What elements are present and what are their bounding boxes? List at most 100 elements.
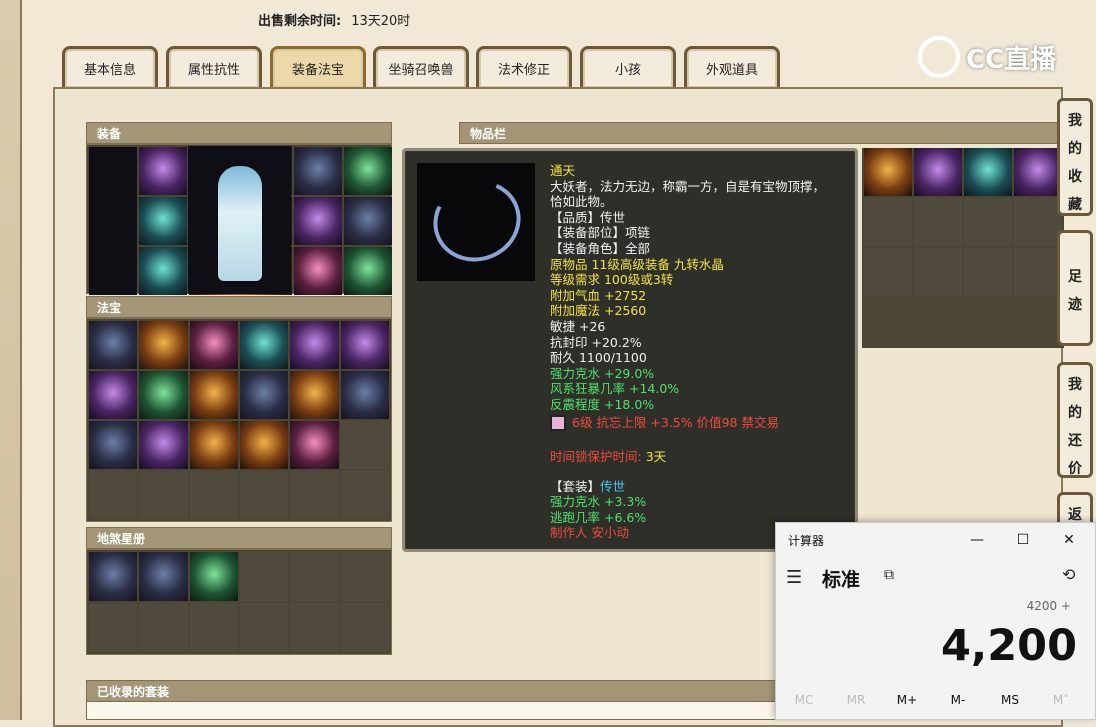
empty-slot[interactable] (914, 198, 962, 246)
fabao-item[interactable] (139, 421, 188, 469)
set-label: 【套装】 (550, 478, 601, 494)
tab-appearance[interactable]: 外观道具 (684, 46, 780, 88)
menu-icon[interactable]: ☰ (786, 567, 802, 588)
item-desc-2: 恰如此物。 (550, 194, 613, 210)
empty-slot[interactable] (964, 198, 1012, 246)
tab-child[interactable]: 小孩 (580, 46, 676, 88)
empty-slot[interactable] (239, 552, 289, 601)
footprints-label: 足迹 (1068, 269, 1082, 313)
fabao-item[interactable] (290, 421, 339, 469)
minimize-icon[interactable]: — (966, 529, 988, 551)
equipment-header: 装备 (86, 122, 392, 144)
empty-slot[interactable] (864, 248, 912, 296)
my-offers-button[interactable]: 我的还价 (1057, 362, 1093, 478)
empty-slot[interactable] (89, 603, 138, 652)
star-card-item[interactable] (89, 552, 138, 601)
keep-on-top-icon[interactable]: ⧉ (884, 567, 894, 583)
fabao-item[interactable] (290, 371, 339, 419)
fabao-item[interactable] (89, 421, 138, 469)
fabao-item[interactable] (340, 371, 389, 419)
fabao-item[interactable] (189, 421, 238, 469)
memory-list-button[interactable]: M˅ (1041, 693, 1081, 707)
tab-attributes[interactable]: 属性抗性 (166, 46, 262, 88)
my-favorites-button[interactable]: 我的收藏 (1057, 98, 1093, 216)
equip-slot-earring[interactable] (294, 247, 342, 295)
equip-slot-ring[interactable] (344, 197, 392, 245)
my-favorites-label: 我的收藏 (1068, 113, 1082, 213)
close-icon[interactable]: ✕ (1058, 529, 1080, 551)
footprints-button[interactable]: 足迹 (1057, 230, 1093, 346)
mr-button[interactable]: MR (836, 693, 876, 707)
inventory-item[interactable] (914, 148, 962, 196)
empty-slot[interactable] (89, 471, 138, 519)
ms-button[interactable]: MS (990, 693, 1030, 707)
empty-slot[interactable] (139, 603, 188, 652)
item-agility: 敏捷 +26 (550, 318, 606, 334)
empty-slot[interactable] (914, 248, 962, 296)
inventory-item[interactable] (864, 148, 912, 196)
collected-sets-header: 已收录的套装 (86, 680, 776, 702)
inventory-item[interactable] (964, 148, 1012, 196)
item-details: 通天 大妖者，法力无边，称霸一方，自是有宝物顶撑， 恰如此物。 【品质】传世 【… (550, 163, 850, 541)
fabao-item[interactable] (239, 321, 289, 369)
item-durability: 耐久 1100/1100 (550, 350, 647, 366)
fabao-item[interactable] (139, 371, 188, 419)
empty-slot[interactable] (290, 603, 339, 652)
item-gem-line: 6级 抗忘上限 +3.5% 价值98 禁交易 (550, 415, 850, 431)
empty-slot[interactable] (189, 603, 238, 652)
m-minus-button[interactable]: M- (938, 693, 978, 707)
equip-slot-helmet[interactable] (139, 147, 187, 195)
cc-logo-icon (918, 36, 960, 78)
empty-slot[interactable] (1014, 198, 1062, 246)
maximize-icon[interactable]: ☐ (1012, 529, 1034, 551)
page: 出售剩余时间: 13天20时 基本信息 属性抗性 装备法宝 坐骑召唤兽 法术修正 … (0, 0, 1096, 727)
fabao-item[interactable] (239, 421, 289, 469)
fabao-item[interactable] (239, 371, 289, 419)
fabao-item[interactable] (89, 371, 138, 419)
equip-slot-weapon[interactable] (294, 147, 342, 195)
item-desc-1: 大妖者，法力无边，称霸一方，自是有宝物顶撑， (550, 178, 826, 194)
equip-slot-belt[interactable] (139, 197, 187, 245)
tab-spell-correction[interactable]: 法术修正 (476, 46, 572, 88)
character-preview (89, 147, 137, 295)
equip-slot-necklace[interactable] (344, 147, 392, 195)
tab-basic-info[interactable]: 基本信息 (62, 46, 158, 88)
mc-button[interactable]: MC (784, 693, 824, 707)
m-plus-button[interactable]: M+ (887, 693, 927, 707)
empty-slot[interactable] (290, 471, 339, 519)
fabao-item[interactable] (290, 321, 339, 369)
fabao-item[interactable] (340, 321, 389, 369)
equip-slot-orb[interactable] (344, 247, 392, 295)
inventory-header: 物品栏 (459, 122, 1059, 144)
item-reflect: 反震程度 +18.0% (550, 396, 655, 412)
empty-slot[interactable] (340, 421, 389, 469)
empty-slot[interactable] (864, 198, 912, 246)
fabao-item[interactable] (189, 321, 238, 369)
empty-slot[interactable] (964, 248, 1012, 296)
empty-slot[interactable] (290, 552, 339, 601)
empty-slot[interactable] (139, 471, 188, 519)
tab-equipment-fabao[interactable]: 装备法宝 (270, 46, 366, 88)
empty-slot[interactable] (340, 552, 389, 601)
fabao-item[interactable] (89, 321, 138, 369)
history-icon[interactable]: ⟲ (1062, 565, 1075, 584)
empty-slot[interactable] (239, 603, 289, 652)
empty-slot[interactable] (340, 471, 389, 519)
tab-mount-pet[interactable]: 坐骑召唤兽 (373, 46, 469, 88)
empty-slot[interactable] (1014, 248, 1062, 296)
fabao-item[interactable] (189, 371, 238, 419)
calculator-title: 计算器 (788, 534, 825, 548)
empty-slot[interactable] (239, 471, 289, 519)
star-card-item[interactable] (139, 552, 188, 601)
item-set: 【套装】传世 (550, 479, 850, 495)
equip-slot-bracelet[interactable] (294, 197, 342, 245)
logo-text: CC直播 (966, 44, 1057, 75)
empty-slot[interactable] (189, 471, 238, 519)
star-card-item[interactable] (189, 552, 238, 601)
empty-slot[interactable] (340, 603, 389, 652)
calculator-mode: 标准 (822, 569, 861, 591)
fabao-item[interactable] (139, 321, 188, 369)
inventory-item[interactable] (1014, 148, 1062, 196)
equip-slot-accessory[interactable] (139, 247, 187, 295)
